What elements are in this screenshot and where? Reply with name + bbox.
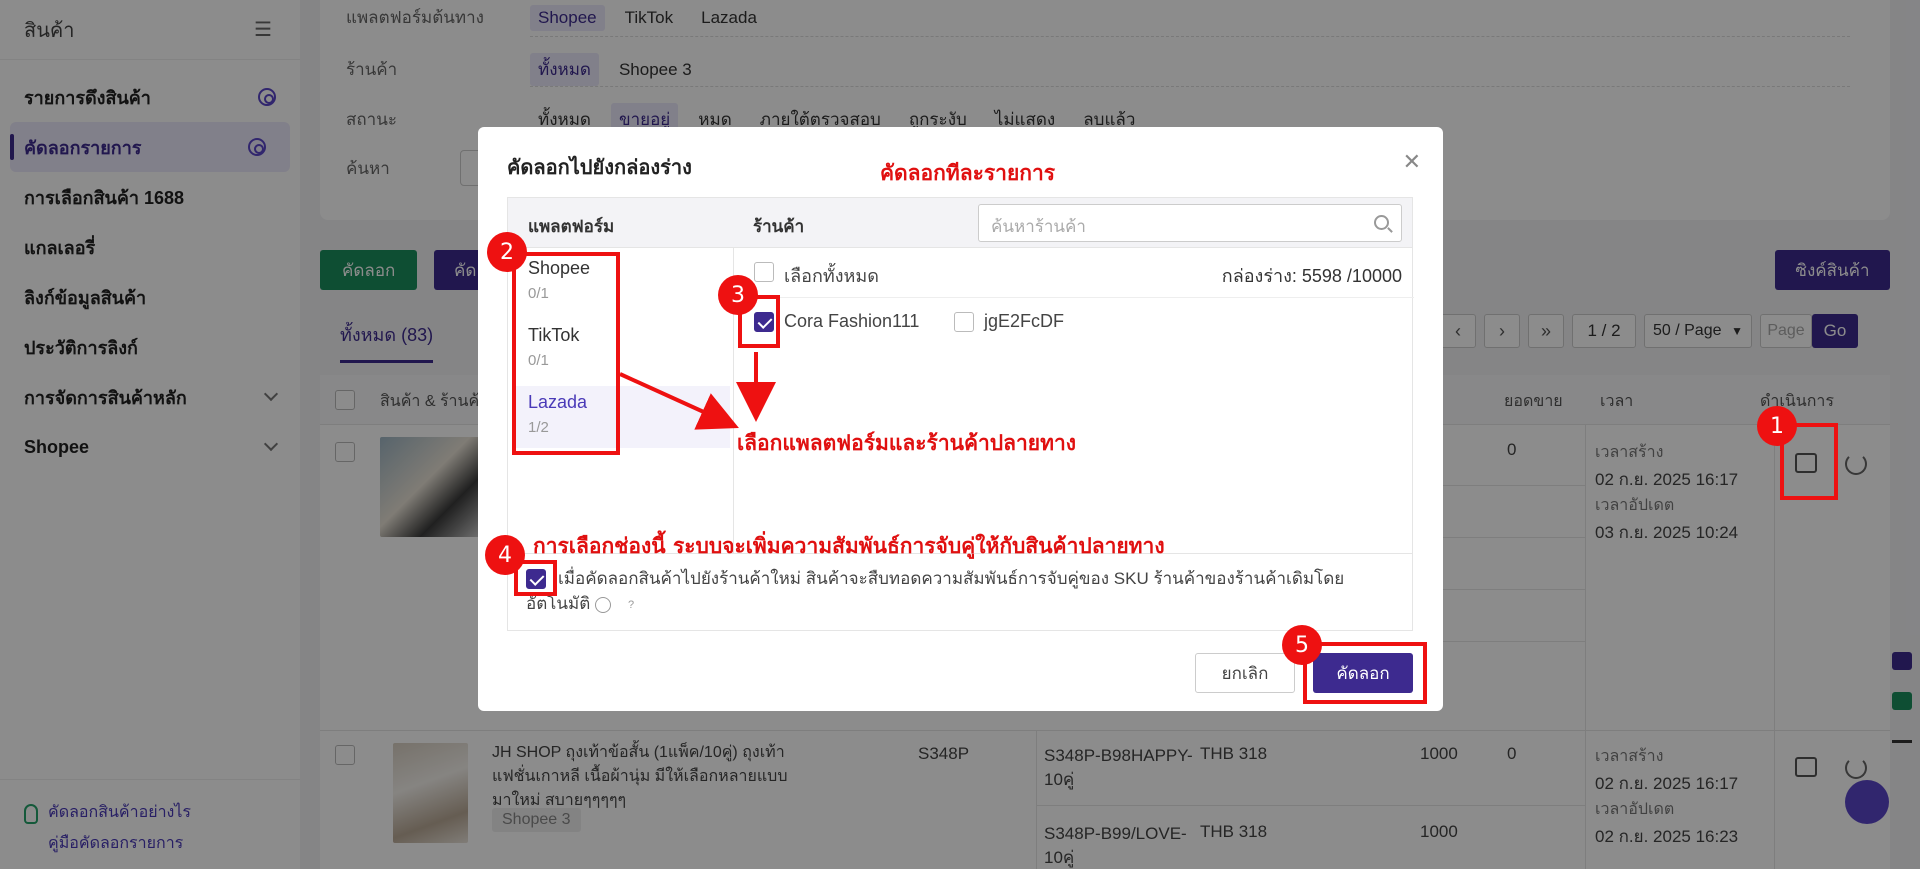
annotation-box <box>512 252 620 455</box>
platform-header: แพลตฟอร์ม <box>528 217 615 236</box>
annotation-step: 3 <box>718 275 758 315</box>
select-all-label[interactable]: เลือกทั้งหมด <box>784 261 879 290</box>
inherit-text: เมื่อคัดลอกสินค้าไปยังร้านค้าใหม่ สินค้า… <box>526 569 1345 613</box>
draft-count: กล่องร่าง: 5598 /10000 <box>1221 266 1402 286</box>
store-header: ร้านค้า <box>753 217 805 236</box>
store-search-input[interactable]: ค้นหาร้านค้า <box>978 204 1402 242</box>
inherit-text-block: เมื่อคัดลอกสินค้าไปยังร้านค้าใหม่ สินค้า… <box>526 566 1386 616</box>
help-icon[interactable]: ? <box>594 596 634 613</box>
dialog-table-header: แพลตฟอร์ม ร้านค้า ค้นหาร้านค้า <box>508 198 1412 248</box>
inherit-option: เมื่อคัดลอกสินค้าไปยังร้านค้าใหม่ สินค้า… <box>508 553 1412 632</box>
close-icon[interactable]: ✕ <box>1403 149 1421 175</box>
store-name[interactable]: Cora Fashion111 <box>784 311 919 332</box>
store-list: เลือกทั้งหมด กล่องร่าง: 5598 /10000 Cora… <box>734 248 1414 553</box>
annotation-label: คัดลอกทีละรายการ <box>880 160 1056 185</box>
select-all-checkbox[interactable] <box>754 262 774 282</box>
annotation-label: เลือกแพลตฟอร์มและร้านค้าปลายทาง <box>737 430 1076 455</box>
annotation-step: 4 <box>485 535 525 575</box>
select-all-row: เลือกทั้งหมด กล่องร่าง: 5598 /10000 <box>734 248 1414 298</box>
search-placeholder: ค้นหาร้านค้า <box>991 217 1086 236</box>
annotation-step: 2 <box>487 232 527 272</box>
search-icon[interactable] <box>1374 215 1389 230</box>
cancel-button[interactable]: ยกเลิก <box>1195 653 1295 693</box>
store-checkbox[interactable] <box>954 312 974 332</box>
annotation-label: การเลือกช่องนี้ ระบบจะเพิ่มความสัมพันธ์ก… <box>533 533 1165 558</box>
store-name[interactable]: jgE2FcDF <box>984 311 1064 332</box>
dialog-title: คัดลอกไปยังกล่องร่าง <box>507 157 692 179</box>
annotation-step: 1 <box>1757 406 1797 446</box>
annotation-box <box>1303 642 1427 704</box>
annotation-step: 5 <box>1282 625 1322 665</box>
dialog-body: แพลตฟอร์ม ร้านค้า ค้นหาร้านค้า Shopee 0/… <box>507 197 1414 632</box>
copy-to-draft-dialog: คัดลอกไปยังกล่องร่าง ✕ แพลตฟอร์ม ร้านค้า… <box>478 127 1443 711</box>
